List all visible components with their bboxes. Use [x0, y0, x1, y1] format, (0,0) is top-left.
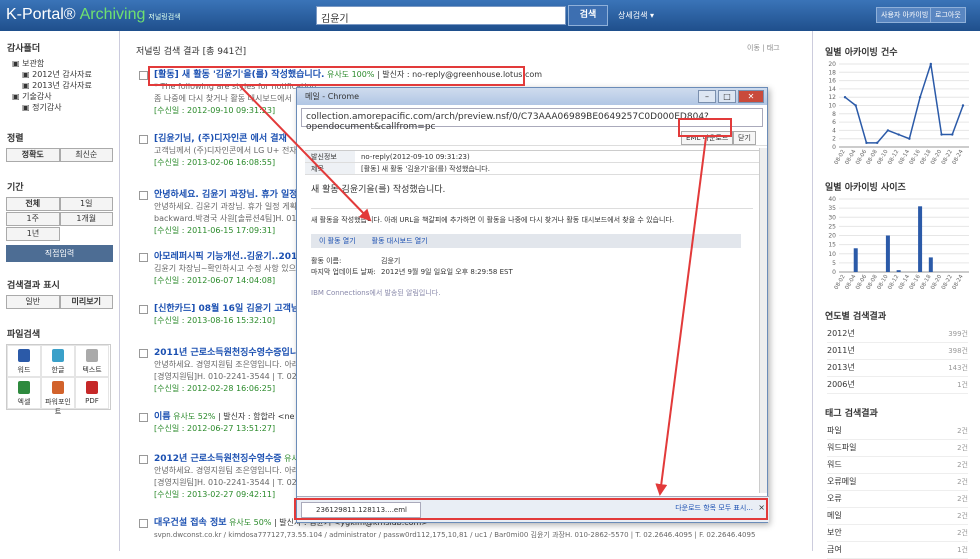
annotation-arrows	[239, 85, 707, 496]
arrow-to-download	[655, 136, 707, 496]
arrow-to-popup	[239, 85, 372, 222]
